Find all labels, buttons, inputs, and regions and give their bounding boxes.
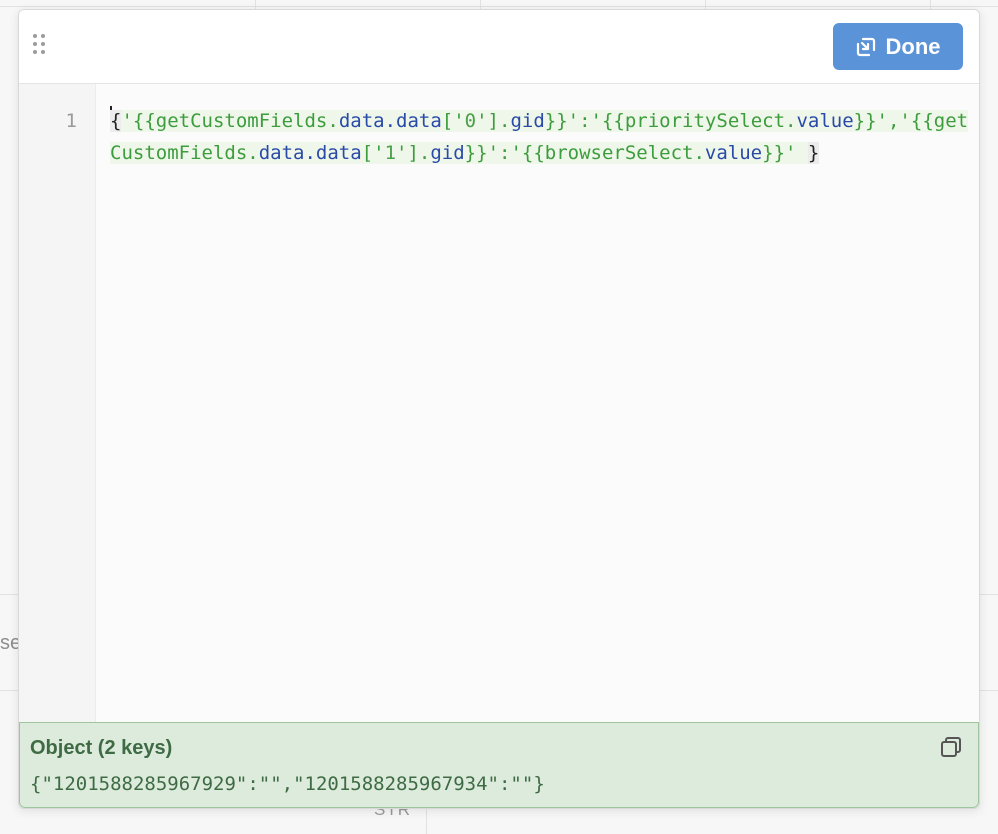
code-line[interactable]: {'{{getCustomFields.data.data['0'].gid}}… <box>110 105 970 169</box>
line-gutter: 1 <box>19 84 96 722</box>
code-token-str: ',' <box>876 110 911 132</box>
code-token-punct: { <box>110 110 122 132</box>
bg-grid-line <box>480 0 481 9</box>
code-token-tmpl: }} <box>464 142 488 164</box>
code-token-tmpl: [' <box>361 142 385 164</box>
code-token-prop: value <box>704 142 763 164</box>
code-token-num: 0 <box>464 110 477 132</box>
bg-grid-line <box>705 0 706 9</box>
code-token-tmpl: {{getCustomFields. <box>132 110 339 132</box>
code-token-prop: data.data <box>258 142 362 164</box>
code-token-str: ' <box>785 142 808 164</box>
code-token-tmpl: ']. <box>476 110 511 132</box>
code-token-tmpl: {{browserSelect. <box>521 142 705 164</box>
bg-grid-line <box>255 0 256 9</box>
code-token-tmpl: }} <box>853 110 877 132</box>
code-token-tmpl: ']. <box>396 142 431 164</box>
evaluated-preview: Object (2 keys) {"1201588285967929":"","… <box>19 722 979 808</box>
code-token-punct: } <box>807 142 820 164</box>
copy-button[interactable] <box>938 735 964 761</box>
code-token-tmpl: }} <box>544 110 568 132</box>
code-editor-modal: Done 1 {'{{getCustomFields.data.data['0'… <box>18 9 980 809</box>
bg-grid-line <box>0 6 998 7</box>
bg-grid-line <box>930 0 931 9</box>
bg-grid-line <box>426 806 427 834</box>
collapse-arrow-icon <box>856 37 875 56</box>
code-token-str: ':' <box>487 142 522 164</box>
code-token-tmpl: }} <box>762 142 786 164</box>
code-token-str: ':' <box>567 110 602 132</box>
code-token-prop: data.data <box>338 110 442 132</box>
code-token-prop: gid <box>430 142 465 164</box>
done-button-label: Done <box>885 33 941 59</box>
preview-value: {"1201588285967929":"","1201588285967934… <box>30 773 545 795</box>
code-token-prop: value <box>796 110 854 132</box>
done-button[interactable]: Done <box>833 23 963 70</box>
modal-header: Done <box>19 10 979 84</box>
code-token-num: 1 <box>384 142 397 164</box>
code-token-prop: gid <box>510 110 545 132</box>
drag-handle-icon[interactable] <box>33 34 49 60</box>
code-token-str: ' <box>121 110 133 132</box>
copy-icon <box>941 737 961 757</box>
line-number: 1 <box>65 110 77 132</box>
code-token-tmpl: {{prioritySelect. <box>601 110 797 132</box>
code-editor[interactable]: 1 {'{{getCustomFields.data.data['0'].gid… <box>19 84 979 722</box>
code-token-tmpl: [' <box>441 110 465 132</box>
preview-type-label: Object (2 keys) <box>30 737 173 759</box>
